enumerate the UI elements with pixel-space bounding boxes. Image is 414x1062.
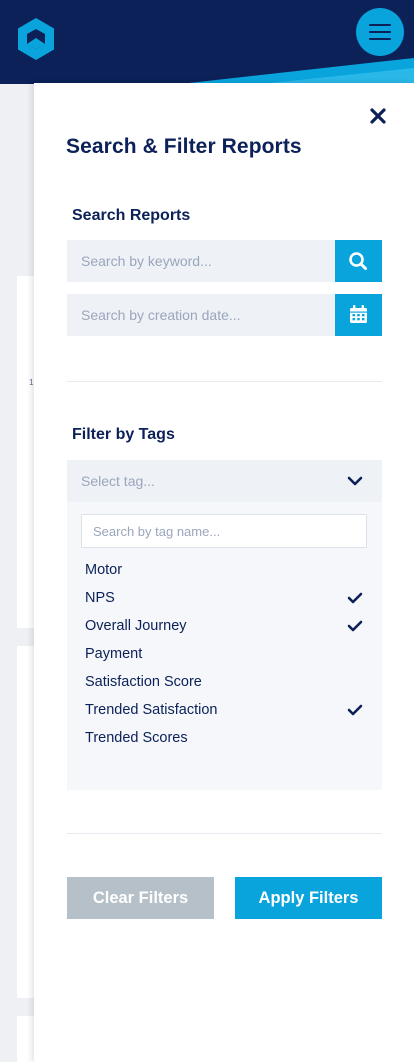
- tag-option-trended-scores[interactable]: Trended Scores: [67, 724, 382, 752]
- tag-option-label: Trended Scores: [85, 730, 188, 746]
- search-icon: [349, 252, 367, 270]
- keyword-search-input[interactable]: [67, 240, 335, 282]
- hamburger-menu-icon: [369, 24, 391, 26]
- hexagon-logo-icon[interactable]: [14, 16, 58, 62]
- tag-option-motor[interactable]: Motor: [67, 556, 382, 584]
- apply-filters-button[interactable]: Apply Filters: [235, 877, 382, 919]
- filter-panel: Search & Filter Reports Search Reports S…: [34, 83, 414, 1062]
- calendar-icon: [350, 305, 367, 323]
- section-divider: [67, 381, 382, 382]
- checkmark-icon: [347, 704, 363, 716]
- filter-by-tags-heading: Filter by Tags: [72, 426, 175, 443]
- tag-option-label: Payment: [85, 646, 143, 662]
- tag-option-satisfaction-score[interactable]: Satisfaction Score: [67, 668, 382, 696]
- clear-filters-button[interactable]: Clear Filters: [67, 877, 214, 919]
- panel-title: Search & Filter Reports: [66, 135, 302, 158]
- tag-option-label: Trended Satisfaction: [85, 702, 218, 718]
- tag-option-overall-journey[interactable]: Overall Journey: [67, 612, 382, 640]
- tag-dropdown-list: Motor NPS Overall Journey Payment Satisf…: [67, 502, 382, 790]
- tag-search-input[interactable]: [81, 514, 367, 548]
- chevron-down-icon: [347, 476, 363, 486]
- tag-option-trended-satisfaction[interactable]: Trended Satisfaction: [67, 696, 382, 724]
- close-icon: [370, 108, 386, 124]
- date-search-field: [67, 294, 382, 336]
- tag-select-placeholder: Select tag...: [81, 473, 155, 489]
- keyword-search-field: [67, 240, 382, 282]
- tag-option-label: Overall Journey: [85, 618, 187, 634]
- top-navigation-bar: [0, 0, 414, 84]
- search-reports-heading: Search Reports: [72, 207, 191, 224]
- date-search-input[interactable]: [67, 294, 335, 336]
- tag-option-label: Satisfaction Score: [85, 674, 202, 690]
- checkmark-icon: [347, 592, 363, 604]
- tag-option-payment[interactable]: Payment: [67, 640, 382, 668]
- header-accent-stripe: [180, 58, 414, 84]
- keyword-search-button[interactable]: [335, 240, 382, 282]
- background-fragment-text: 1: [29, 378, 34, 387]
- section-divider: [67, 833, 382, 834]
- close-button[interactable]: [367, 105, 389, 127]
- date-picker-button[interactable]: [335, 294, 382, 336]
- tag-select[interactable]: Select tag...: [67, 460, 382, 502]
- tag-option-label: Motor: [85, 562, 123, 578]
- tag-option-label: NPS: [85, 590, 115, 606]
- tag-option-nps[interactable]: NPS: [67, 584, 382, 612]
- checkmark-icon: [347, 620, 363, 632]
- hamburger-menu-button[interactable]: [356, 8, 404, 56]
- tag-options: Motor NPS Overall Journey Payment Satisf…: [67, 556, 382, 752]
